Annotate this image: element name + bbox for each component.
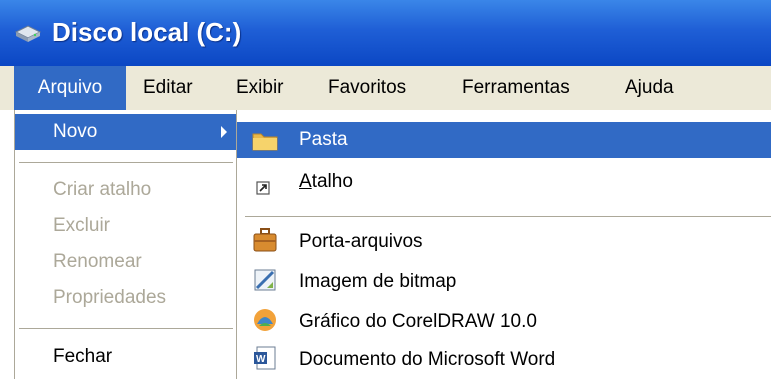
- bitmap-icon: [251, 266, 279, 294]
- new-submenu-item-label: Pasta: [299, 129, 348, 150]
- menu-ferramentas[interactable]: Ferramentas: [462, 66, 570, 110]
- menu-separator: [19, 162, 233, 163]
- new-submenu-item-pasta[interactable]: Pasta: [237, 122, 771, 158]
- new-submenu-item-porta-arquivos[interactable]: Porta-arquivos: [237, 224, 771, 260]
- file-menu-item-excluir[interactable]: Excluir: [15, 210, 237, 242]
- new-submenu-item-atalho[interactable]: Atalho: [237, 164, 771, 200]
- file-menu: Novo Criar atalho Excluir Renomear Propr…: [14, 110, 237, 379]
- file-menu-item-renomear[interactable]: Renomear: [15, 246, 237, 278]
- menu-ajuda[interactable]: Ajuda: [625, 66, 674, 110]
- file-menu-item-label: Propriedades: [53, 287, 167, 308]
- menu-editar[interactable]: Editar: [143, 66, 193, 110]
- coreldraw-icon: [251, 306, 279, 334]
- window-title: Disco local (C:): [52, 17, 242, 47]
- file-menu-item-label: Excluir: [53, 215, 111, 236]
- drive-icon: [14, 24, 42, 44]
- folder-icon: [251, 126, 279, 154]
- menu-separator: [19, 328, 233, 329]
- menu-favoritos[interactable]: Favoritos: [328, 66, 406, 110]
- menu-arquivo[interactable]: Arquivo: [14, 66, 126, 110]
- menu-exibir[interactable]: Exibir: [236, 66, 284, 110]
- file-menu-item-criar-atalho[interactable]: Criar atalho: [15, 174, 237, 206]
- new-submenu: Pasta Atalho Porta-arquivos Imagem de bi…: [236, 110, 771, 379]
- new-submenu-item-label: Porta-arquivos: [299, 231, 423, 252]
- menu-separator: [245, 216, 771, 217]
- new-submenu-item-label: Imagem de bitmap: [299, 271, 457, 292]
- word-document-icon: W: [251, 344, 279, 372]
- new-submenu-item-label: Gráfico do CorelDRAW 10.0: [299, 311, 537, 332]
- file-menu-item-propriedades[interactable]: Propriedades: [15, 282, 237, 314]
- submenu-arrow-icon: [221, 126, 227, 138]
- file-menu-item-label: Renomear: [53, 251, 142, 272]
- svg-text:W: W: [256, 354, 266, 365]
- new-submenu-item-label: Documento do Microsoft Word: [299, 349, 556, 370]
- new-submenu-item-imagem-de-bitmap[interactable]: Imagem de bitmap: [237, 264, 771, 300]
- file-menu-item-label: Fechar: [53, 346, 113, 367]
- new-submenu-item-label: Atalho: [299, 171, 353, 192]
- file-menu-item-label: Criar atalho: [53, 179, 152, 200]
- file-menu-item-fechar[interactable]: Fechar: [15, 340, 237, 374]
- new-submenu-item-grafico-coreldraw[interactable]: Gráfico do CorelDRAW 10.0: [237, 304, 771, 340]
- file-menu-item-novo[interactable]: Novo: [15, 114, 237, 150]
- menu-bar: Arquivo Editar Exibir Favoritos Ferramen…: [0, 66, 771, 110]
- briefcase-icon: [251, 226, 279, 254]
- shortcut-icon: [251, 172, 279, 200]
- title-bar[interactable]: Disco local (C:): [0, 0, 771, 66]
- file-menu-item-label: Novo: [53, 121, 98, 142]
- new-submenu-item-documento-word[interactable]: W Documento do Microsoft Word: [237, 342, 771, 378]
